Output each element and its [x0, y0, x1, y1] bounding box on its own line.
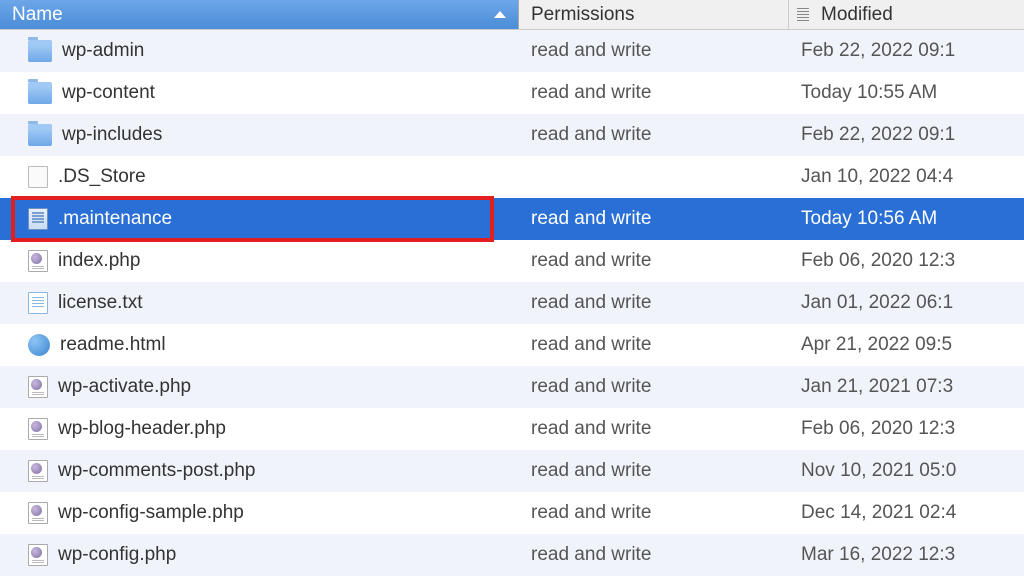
column-header-modified-label: Modified — [821, 4, 893, 26]
table-row[interactable]: .maintenance read and writeToday 10:56 AM — [0, 198, 1024, 240]
cell-name: license.txt — [0, 292, 519, 314]
cell-permissions: read and write — [519, 124, 789, 146]
cell-name: wp-config-sample.php — [0, 502, 519, 524]
cell-name: wp-admin — [0, 40, 519, 62]
file-name: wp-comments-post.php — [58, 460, 255, 482]
cell-modified: Apr 21, 2022 09:5 — [789, 334, 1024, 356]
cell-modified: Today 10:56 AM — [789, 208, 1024, 230]
column-header-permissions-label: Permissions — [531, 4, 634, 26]
table-row[interactable]: wp-blog-header.php read and writeFeb 06, … — [0, 408, 1024, 450]
php-icon — [28, 544, 48, 566]
table-row[interactable]: wp-config-sample.php read and writeDec 14… — [0, 492, 1024, 534]
cell-name: index.php — [0, 250, 519, 272]
plain-icon — [28, 166, 48, 188]
file-name: license.txt — [58, 292, 142, 314]
file-name: .DS_Store — [58, 166, 146, 188]
file-name: index.php — [58, 250, 140, 272]
cell-permissions: read and write — [519, 334, 789, 356]
table-row[interactable]: .DS_Store Jan 10, 2022 04:4 — [0, 156, 1024, 198]
php-icon — [28, 460, 48, 482]
cell-permissions: read and write — [519, 292, 789, 314]
cell-permissions: read and write — [519, 250, 789, 272]
cell-modified: Jan 01, 2022 06:1 — [789, 292, 1024, 314]
php-icon — [28, 376, 48, 398]
cell-name: .maintenance — [0, 208, 519, 230]
file-name: wp-includes — [62, 124, 162, 146]
column-header-name-label: Name — [12, 4, 63, 26]
cell-modified: Feb 06, 2020 12:3 — [789, 418, 1024, 440]
cell-modified: Mar 16, 2022 12:3 — [789, 544, 1024, 566]
file-name: wp-content — [62, 82, 155, 104]
html-icon — [28, 334, 50, 356]
cell-name: wp-comments-post.php — [0, 460, 519, 482]
table-row[interactable]: wp-content read and writeToday 10:55 AM — [0, 72, 1024, 114]
table-row[interactable]: readme.html read and writeApr 21, 2022 09… — [0, 324, 1024, 366]
file-name: wp-admin — [62, 40, 144, 62]
php-icon — [28, 418, 48, 440]
cell-permissions: read and write — [519, 40, 789, 62]
cell-permissions: read and write — [519, 82, 789, 104]
cell-modified: Nov 10, 2021 05:0 — [789, 460, 1024, 482]
file-name: wp-config-sample.php — [58, 502, 244, 524]
cell-permissions: read and write — [519, 376, 789, 398]
cell-modified: Jan 10, 2022 04:4 — [789, 166, 1024, 188]
table-row[interactable]: wp-comments-post.php read and writeNov 10… — [0, 450, 1024, 492]
column-header-name[interactable]: Name — [0, 0, 519, 29]
cell-modified: Today 10:55 AM — [789, 82, 1024, 104]
cell-modified: Feb 06, 2020 12:3 — [789, 250, 1024, 272]
file-name: .maintenance — [58, 208, 172, 230]
file-name: readme.html — [60, 334, 166, 356]
cell-name: wp-blog-header.php — [0, 418, 519, 440]
cell-modified: Feb 22, 2022 09:1 — [789, 40, 1024, 62]
cell-name: .DS_Store — [0, 166, 519, 188]
php-icon — [28, 250, 48, 272]
cell-permissions: read and write — [519, 418, 789, 440]
cell-modified: Feb 22, 2022 09:1 — [789, 124, 1024, 146]
txt-icon — [28, 292, 48, 314]
cell-modified: Dec 14, 2021 02:4 — [789, 502, 1024, 524]
cell-name: wp-includes — [0, 124, 519, 146]
file-table: Name Permissions Modified wp-admin read a… — [0, 0, 1024, 576]
table-row[interactable]: wp-activate.php read and writeJan 21, 202… — [0, 366, 1024, 408]
cell-permissions: read and write — [519, 544, 789, 566]
folder-icon — [28, 82, 52, 104]
cell-modified: Jan 21, 2021 07:3 — [789, 376, 1024, 398]
folder-icon — [28, 40, 52, 62]
table-row[interactable]: wp-config.php read and writeMar 16, 2022 … — [0, 534, 1024, 576]
cell-permissions: read and write — [519, 460, 789, 482]
cell-permissions: read and write — [519, 208, 789, 230]
table-row[interactable]: wp-admin read and writeFeb 22, 2022 09:1 — [0, 30, 1024, 72]
selected-file-icon — [28, 208, 48, 230]
file-name: wp-activate.php — [58, 376, 191, 398]
cell-name: wp-content — [0, 82, 519, 104]
table-header: Name Permissions Modified — [0, 0, 1024, 30]
cell-name: readme.html — [0, 334, 519, 356]
cell-permissions: read and write — [519, 502, 789, 524]
table-body: wp-adminread and writeFeb 22, 2022 09:1w… — [0, 30, 1024, 576]
column-header-permissions[interactable]: Permissions — [519, 0, 789, 29]
sort-ascending-icon — [494, 11, 506, 18]
table-row[interactable]: wp-includes read and writeFeb 22, 2022 09… — [0, 114, 1024, 156]
file-name: wp-config.php — [58, 544, 176, 566]
table-row[interactable]: index.php read and writeFeb 06, 2020 12:3 — [0, 240, 1024, 282]
cell-name: wp-activate.php — [0, 376, 519, 398]
column-header-modified[interactable]: Modified — [789, 0, 1024, 29]
file-name: wp-blog-header.php — [58, 418, 226, 440]
php-icon — [28, 502, 48, 524]
folder-icon — [28, 124, 52, 146]
table-row[interactable]: license.txt read and writeJan 01, 2022 06… — [0, 282, 1024, 324]
cell-name: wp-config.php — [0, 544, 519, 566]
